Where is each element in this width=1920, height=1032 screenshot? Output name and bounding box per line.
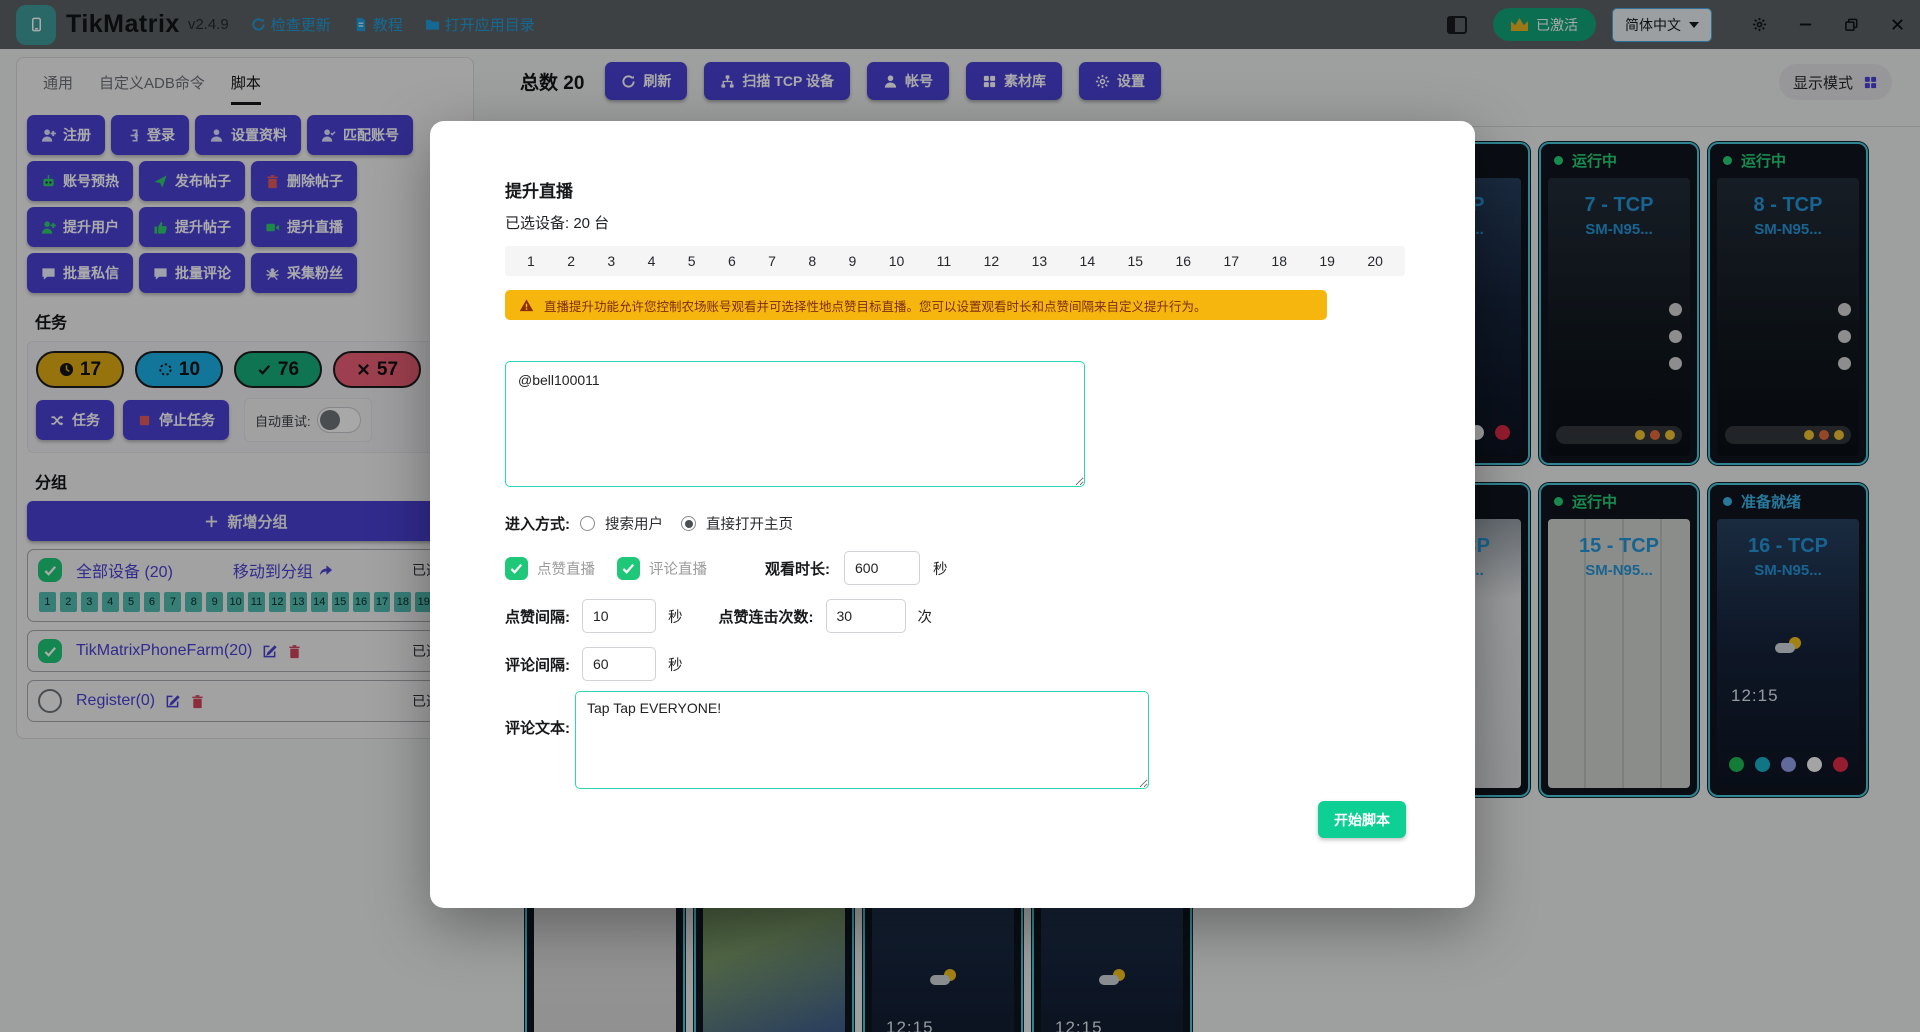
comment-live-checkbox[interactable]	[617, 557, 640, 580]
watch-duration-label: 观看时长:	[765, 558, 830, 579]
like-interval-input[interactable]	[582, 599, 656, 633]
warning-icon	[519, 298, 534, 313]
device-number: 1	[527, 253, 535, 269]
device-number: 2	[567, 253, 575, 269]
like-combo-label: 点赞连击次数:	[719, 606, 814, 627]
seconds-unit: 秒	[933, 558, 948, 579]
start-script-button[interactable]: 开始脚本	[1318, 801, 1406, 838]
device-number: 6	[728, 253, 736, 269]
device-number: 18	[1271, 253, 1287, 269]
warning-banner: 直播提升功能允许您控制农场账号观看并可选择性地点赞目标直播。您可以设置观看时长和…	[505, 290, 1327, 320]
device-number: 16	[1175, 253, 1191, 269]
comment-interval-input[interactable]	[582, 647, 656, 681]
like-live-label[interactable]: 点赞直播	[537, 558, 595, 579]
device-number: 12	[984, 253, 1000, 269]
comment-live-label[interactable]: 评论直播	[649, 558, 707, 579]
watch-duration-input[interactable]	[844, 551, 920, 585]
selected-device-number-strip: 1234567891011121314151617181920	[505, 246, 1405, 276]
app-window: TikMatrix v2.4.9 检查更新教程打开应用目录 已激活 简体中文 通…	[0, 0, 1920, 1032]
device-number: 15	[1128, 253, 1144, 269]
device-number: 14	[1080, 253, 1096, 269]
seconds-unit: 秒	[668, 654, 683, 675]
device-number: 17	[1223, 253, 1239, 269]
device-number: 4	[648, 253, 656, 269]
device-number: 10	[889, 253, 905, 269]
device-number: 20	[1367, 253, 1383, 269]
device-number: 3	[607, 253, 615, 269]
entry-method-label: 进入方式:	[505, 513, 570, 534]
device-number: 7	[768, 253, 776, 269]
comment-text-textarea[interactable]	[575, 691, 1149, 789]
device-number: 5	[688, 253, 696, 269]
like-live-checkbox[interactable]	[505, 557, 528, 580]
like-combo-input[interactable]	[826, 599, 906, 633]
target-user-textarea[interactable]	[505, 361, 1085, 487]
radio-search-user-label[interactable]: 搜索用户	[605, 513, 663, 534]
like-interval-label: 点赞间隔:	[505, 606, 570, 627]
radio-search-user[interactable]	[580, 516, 595, 531]
warning-text: 直播提升功能允许您控制农场账号观看并可选择性地点赞目标直播。您可以设置观看时长和…	[544, 296, 1207, 315]
device-number: 13	[1032, 253, 1048, 269]
seconds-unit: 秒	[668, 606, 683, 627]
boost-live-modal: 提升直播 已选设备: 20 台 123456789101112131415161…	[430, 121, 1475, 908]
radio-open-homepage[interactable]	[681, 516, 696, 531]
like-interval-row: 点赞间隔: 秒 点赞连击次数: 次	[505, 599, 932, 633]
selected-devices-label: 已选设备: 20 台	[505, 212, 609, 233]
comment-text-label: 评论文本:	[505, 717, 570, 738]
comment-interval-label: 评论间隔:	[505, 654, 570, 675]
entry-method-row: 进入方式: 搜索用户 直接打开主页	[505, 513, 801, 534]
live-options-row: 点赞直播 评论直播 观看时长: 秒	[505, 551, 948, 585]
modal-title: 提升直播	[505, 177, 573, 202]
device-number: 8	[808, 253, 816, 269]
device-number: 19	[1319, 253, 1335, 269]
device-number: 9	[849, 253, 857, 269]
comment-interval-row: 评论间隔: 秒	[505, 647, 683, 681]
device-number: 11	[937, 253, 952, 269]
radio-open-homepage-label[interactable]: 直接打开主页	[706, 513, 793, 534]
times-unit: 次	[918, 606, 933, 627]
